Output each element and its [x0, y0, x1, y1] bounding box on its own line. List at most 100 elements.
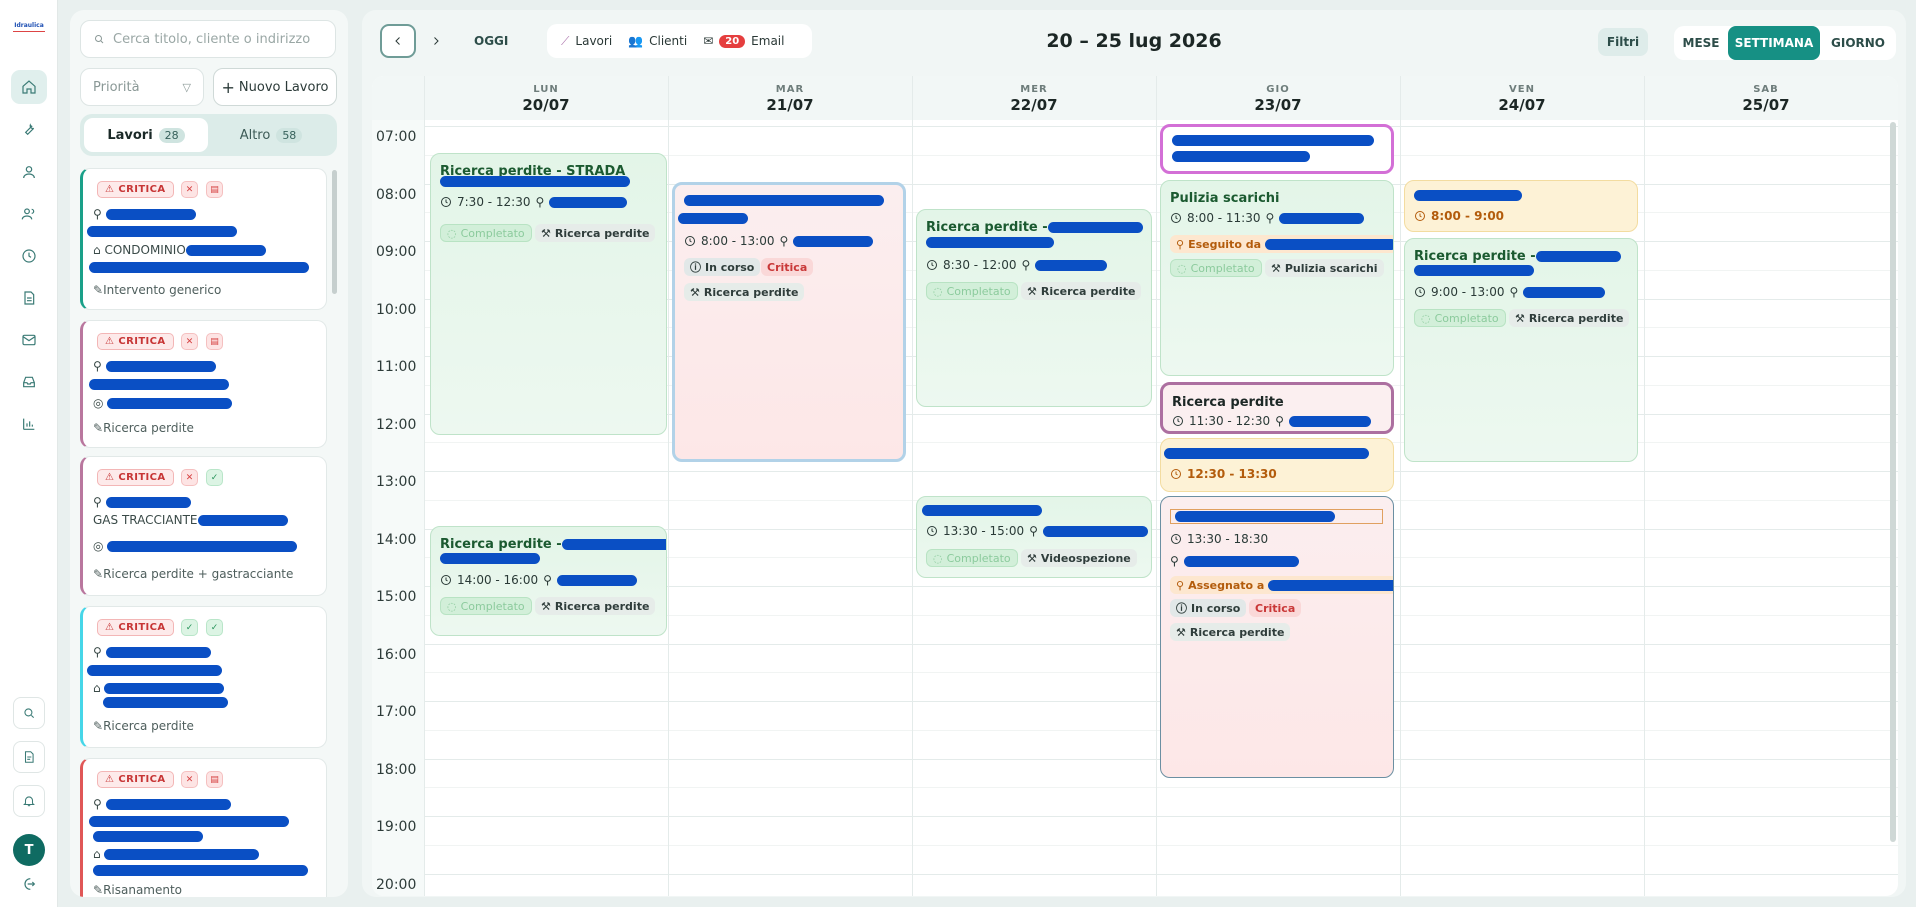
day-date: 20/07	[522, 96, 570, 114]
day-name: LUN	[533, 84, 559, 95]
document-icon[interactable]	[11, 281, 47, 315]
status-chip: ⓘ In corso	[1170, 599, 1247, 617]
logout-icon[interactable]	[11, 871, 47, 897]
event-time-label: 12:30 - 13:30	[1187, 467, 1277, 481]
app-logo[interactable]: Idraulica	[13, 22, 45, 32]
search-icon[interactable]	[13, 697, 45, 729]
user-icon[interactable]	[11, 155, 47, 189]
hour-line	[424, 816, 1898, 817]
category-label: Ricerca perdite	[554, 226, 650, 240]
user-icon: ⚲	[535, 195, 545, 209]
event-gio-3[interactable]: 12:30 - 13:30	[1160, 438, 1394, 492]
event-time: 7:30 - 12:30 ⚲	[440, 195, 628, 209]
event-gio-4[interactable]: 13:30 - 18:30 ⚲ ⚲ Assegnato a ⓘ In corso C…	[1160, 496, 1394, 778]
hour-label: 17:00	[376, 704, 417, 720]
wrench-icon: ⚒	[1271, 261, 1281, 275]
day-header-mar[interactable]: MAR 21/07	[668, 84, 912, 114]
wrench-icon[interactable]	[11, 112, 47, 146]
event-mar-1[interactable]: 8:00 - 13:00 ⚲ ⓘ In corso Critica ⚒ Ricerca…	[672, 182, 906, 462]
day-header-ven[interactable]: VEN 24/07	[1400, 84, 1644, 114]
home-icon[interactable]	[11, 70, 47, 104]
list-scrollbar[interactable]	[332, 170, 337, 294]
day-header-lun[interactable]: LUN 20/07	[424, 84, 668, 114]
client-line-3	[93, 829, 203, 843]
clock-icon	[441, 197, 451, 207]
event-gio-2[interactable]: Ricerca perdite 11:30 - 12:30 ⚲	[1160, 382, 1394, 434]
job-card[interactable]: ⚠ CRITICA ✕ ▤ ⚲ ⌂ CONDOMINIO ✎Intervento …	[80, 168, 327, 310]
avatar[interactable]: T	[13, 834, 45, 866]
category-line: ✎Risanamento	[93, 883, 182, 897]
wrench-icon: ⚒	[541, 599, 551, 613]
status-label: Completato	[946, 284, 1011, 298]
event-gio-0[interactable]	[1160, 124, 1394, 174]
hour-label: 08:00	[376, 186, 417, 203]
day-date: 25/07	[1742, 96, 1790, 114]
address-line: ⌂	[93, 681, 225, 695]
event-redacted-2	[678, 213, 748, 224]
job-card[interactable]: ⚠ CRITICA ✓ ✓ ⚲ ⌂ ✎Ricerca perdite	[80, 606, 327, 748]
status-label: Completato	[460, 226, 525, 240]
view-month[interactable]: MESE	[1674, 26, 1728, 60]
search-input[interactable]: Cerca titolo, cliente o indirizzo	[80, 20, 336, 58]
link-email[interactable]: ✉ 20 Email	[703, 34, 784, 48]
event-gio-1[interactable]: Pulizia scarichi 8:00 - 11:30 ⚲ ⚲ Eseguito…	[1160, 180, 1394, 376]
day-header-sab[interactable]: SAB 25/07	[1644, 84, 1888, 114]
mail-icon[interactable]	[11, 323, 47, 357]
address-line: ⌂ CONDOMINIO	[93, 243, 266, 257]
day-divider	[1644, 76, 1645, 896]
category-label: Ricerca perdite	[1528, 311, 1624, 325]
category-chip: ⚒ Ricerca perdite	[1170, 623, 1291, 641]
event-ven-1[interactable]: 8:00 - 9:00	[1404, 180, 1638, 232]
wrench-icon: ⚒	[1176, 625, 1186, 639]
inbox-icon[interactable]	[11, 365, 47, 399]
user-icon: ⚲	[543, 573, 552, 587]
file-icon: ▤	[206, 181, 223, 198]
info-icon: ⓘ	[690, 261, 701, 274]
day-header-mer[interactable]: MER 22/07	[912, 84, 1156, 114]
event-ven-2[interactable]: Ricerca perdite - 9:00 - 13:00 ⚲ ◌ Comple…	[1404, 238, 1638, 462]
link-clienti[interactable]: 👥 Clienti	[628, 34, 687, 48]
assigned-label: Assegnato a	[1188, 578, 1265, 592]
calendar-scrollbar[interactable]	[1890, 122, 1896, 842]
tab-lavori[interactable]: Lavori 28	[84, 118, 208, 152]
day-header-gio[interactable]: GIO 23/07	[1156, 84, 1400, 114]
category-chip: ⚒ Ricerca perdite	[535, 597, 656, 615]
event-mer-1[interactable]: Ricerca perdite - 8:30 - 12:00 ⚲ ◌ Comple…	[916, 209, 1152, 407]
today-button[interactable]: OGGI	[474, 24, 508, 58]
status-chip: ◌ Completato	[440, 597, 532, 615]
view-week[interactable]: SETTIMANA	[1728, 26, 1820, 60]
critical-badge: ⚠ CRITICA	[97, 181, 174, 198]
event-mer-2[interactable]: 13:30 - 15:00 ⚲ ◌ Completato ⚒ Videospezio…	[916, 496, 1152, 578]
day-divider	[1156, 76, 1157, 896]
clock-icon	[1415, 287, 1425, 297]
bell-icon[interactable]	[13, 785, 45, 817]
notes-icon[interactable]	[13, 741, 45, 773]
next-week-button[interactable]	[418, 24, 454, 58]
job-card[interactable]: ⚠ CRITICA ✕ ✓ ⚲ GAS TRACCIANTE ◎ ✎Ricerca…	[80, 456, 327, 596]
tab-count: 28	[158, 127, 185, 143]
category-label: Ricerca perdite + gastracciante	[103, 567, 294, 581]
status-chip: ◌ Completato	[1170, 259, 1262, 277]
history-icon[interactable]	[11, 239, 47, 273]
prev-week-button[interactable]	[380, 24, 416, 58]
filters-button[interactable]: Filtri	[1598, 28, 1648, 56]
calendar-area: 20 – 25 lug 2026 OGGI ⟋ Lavori 👥 Clienti ✉…	[362, 10, 1906, 897]
event-redacted	[684, 195, 884, 206]
status-label: In corso	[1191, 601, 1241, 615]
event-time-label: 13:30 - 18:30	[1187, 532, 1269, 546]
event-lun-1[interactable]: Ricerca perdite - STRADA 7:30 - 12:30 ⚲ ◌…	[430, 153, 667, 435]
event-lun-2[interactable]: Ricerca perdite - 14:00 - 16:00 ⚲ ◌ Compl…	[430, 526, 667, 636]
view-day[interactable]: GIORNO	[1820, 26, 1896, 60]
chart-icon[interactable]	[11, 407, 47, 441]
priority-select[interactable]: Priorità ▽	[80, 68, 204, 106]
job-card[interactable]: ⚠ CRITICA ✕ ▤ ⚲ ◎ ✎Ricerca perdite	[80, 320, 327, 448]
tab-altro[interactable]: Altro 58	[209, 118, 333, 152]
job-card[interactable]: ⚠ CRITICA ✕ ▤ ⚲ ⌂ ✎Risanamento	[80, 758, 327, 897]
link-lavori[interactable]: ⟋ Lavori	[561, 34, 612, 49]
clock-icon	[1173, 416, 1183, 426]
nav-rail: Idraulica T	[0, 0, 58, 907]
users-icon[interactable]	[11, 197, 47, 231]
category-chip: ⚒ Videospezione	[1021, 549, 1137, 567]
clock-icon	[927, 260, 937, 270]
new-job-button[interactable]: + Nuovo Lavoro	[213, 68, 337, 106]
